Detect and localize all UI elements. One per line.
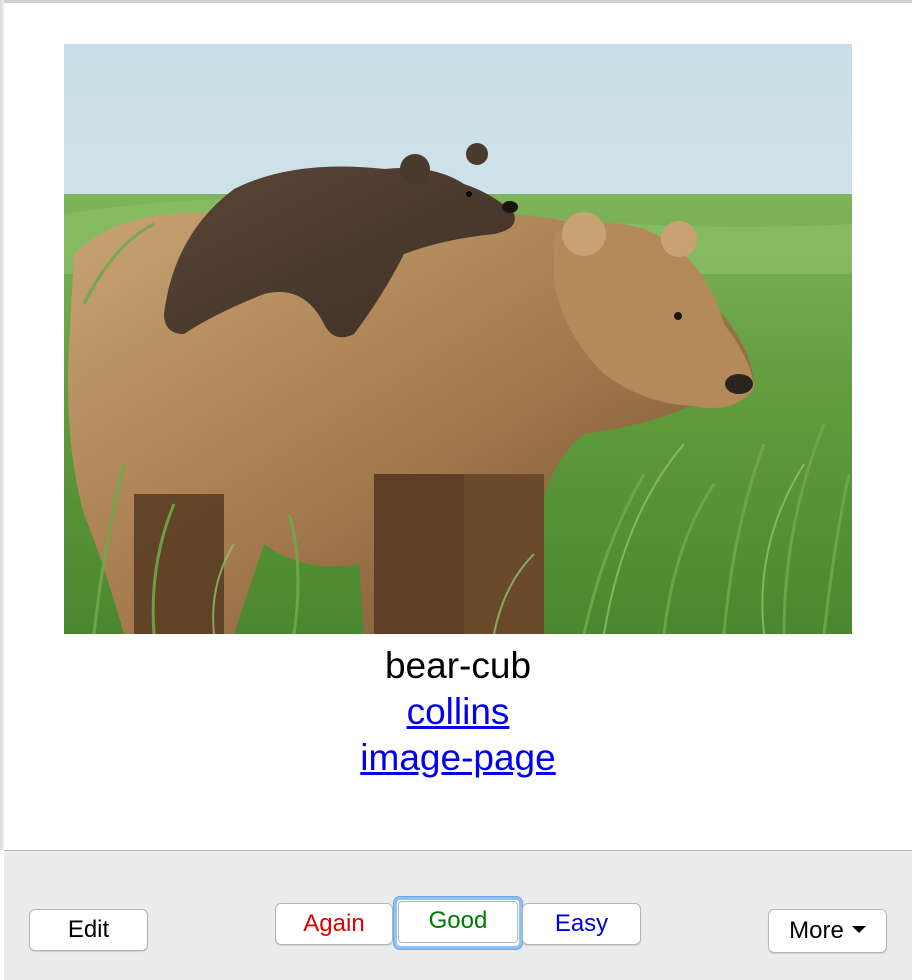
chevron-down-icon (851, 926, 866, 934)
more-button[interactable]: More (768, 909, 887, 953)
again-button[interactable]: Again (275, 903, 393, 945)
card-answer: bear-cub collins image-page (4, 643, 912, 781)
collins-link[interactable]: collins (407, 689, 510, 735)
bear-photo (64, 44, 852, 634)
more-label: More (789, 917, 844, 944)
easy-label: Easy (554, 910, 609, 937)
edit-button[interactable]: Edit (29, 909, 148, 951)
image-page-link[interactable]: image-page (360, 735, 555, 781)
easy-button[interactable]: Easy (522, 903, 641, 945)
card-view: bear-cub collins image-page (4, 3, 912, 850)
card-word: bear-cub (384, 645, 532, 686)
good-label: Good (398, 901, 518, 943)
review-window: bear-cub collins image-page Edit Again G… (0, 0, 912, 980)
answer-toolbar: Edit Again Good Easy More (4, 850, 912, 980)
again-label: Again (303, 910, 365, 937)
good-button[interactable]: Good (394, 897, 522, 949)
